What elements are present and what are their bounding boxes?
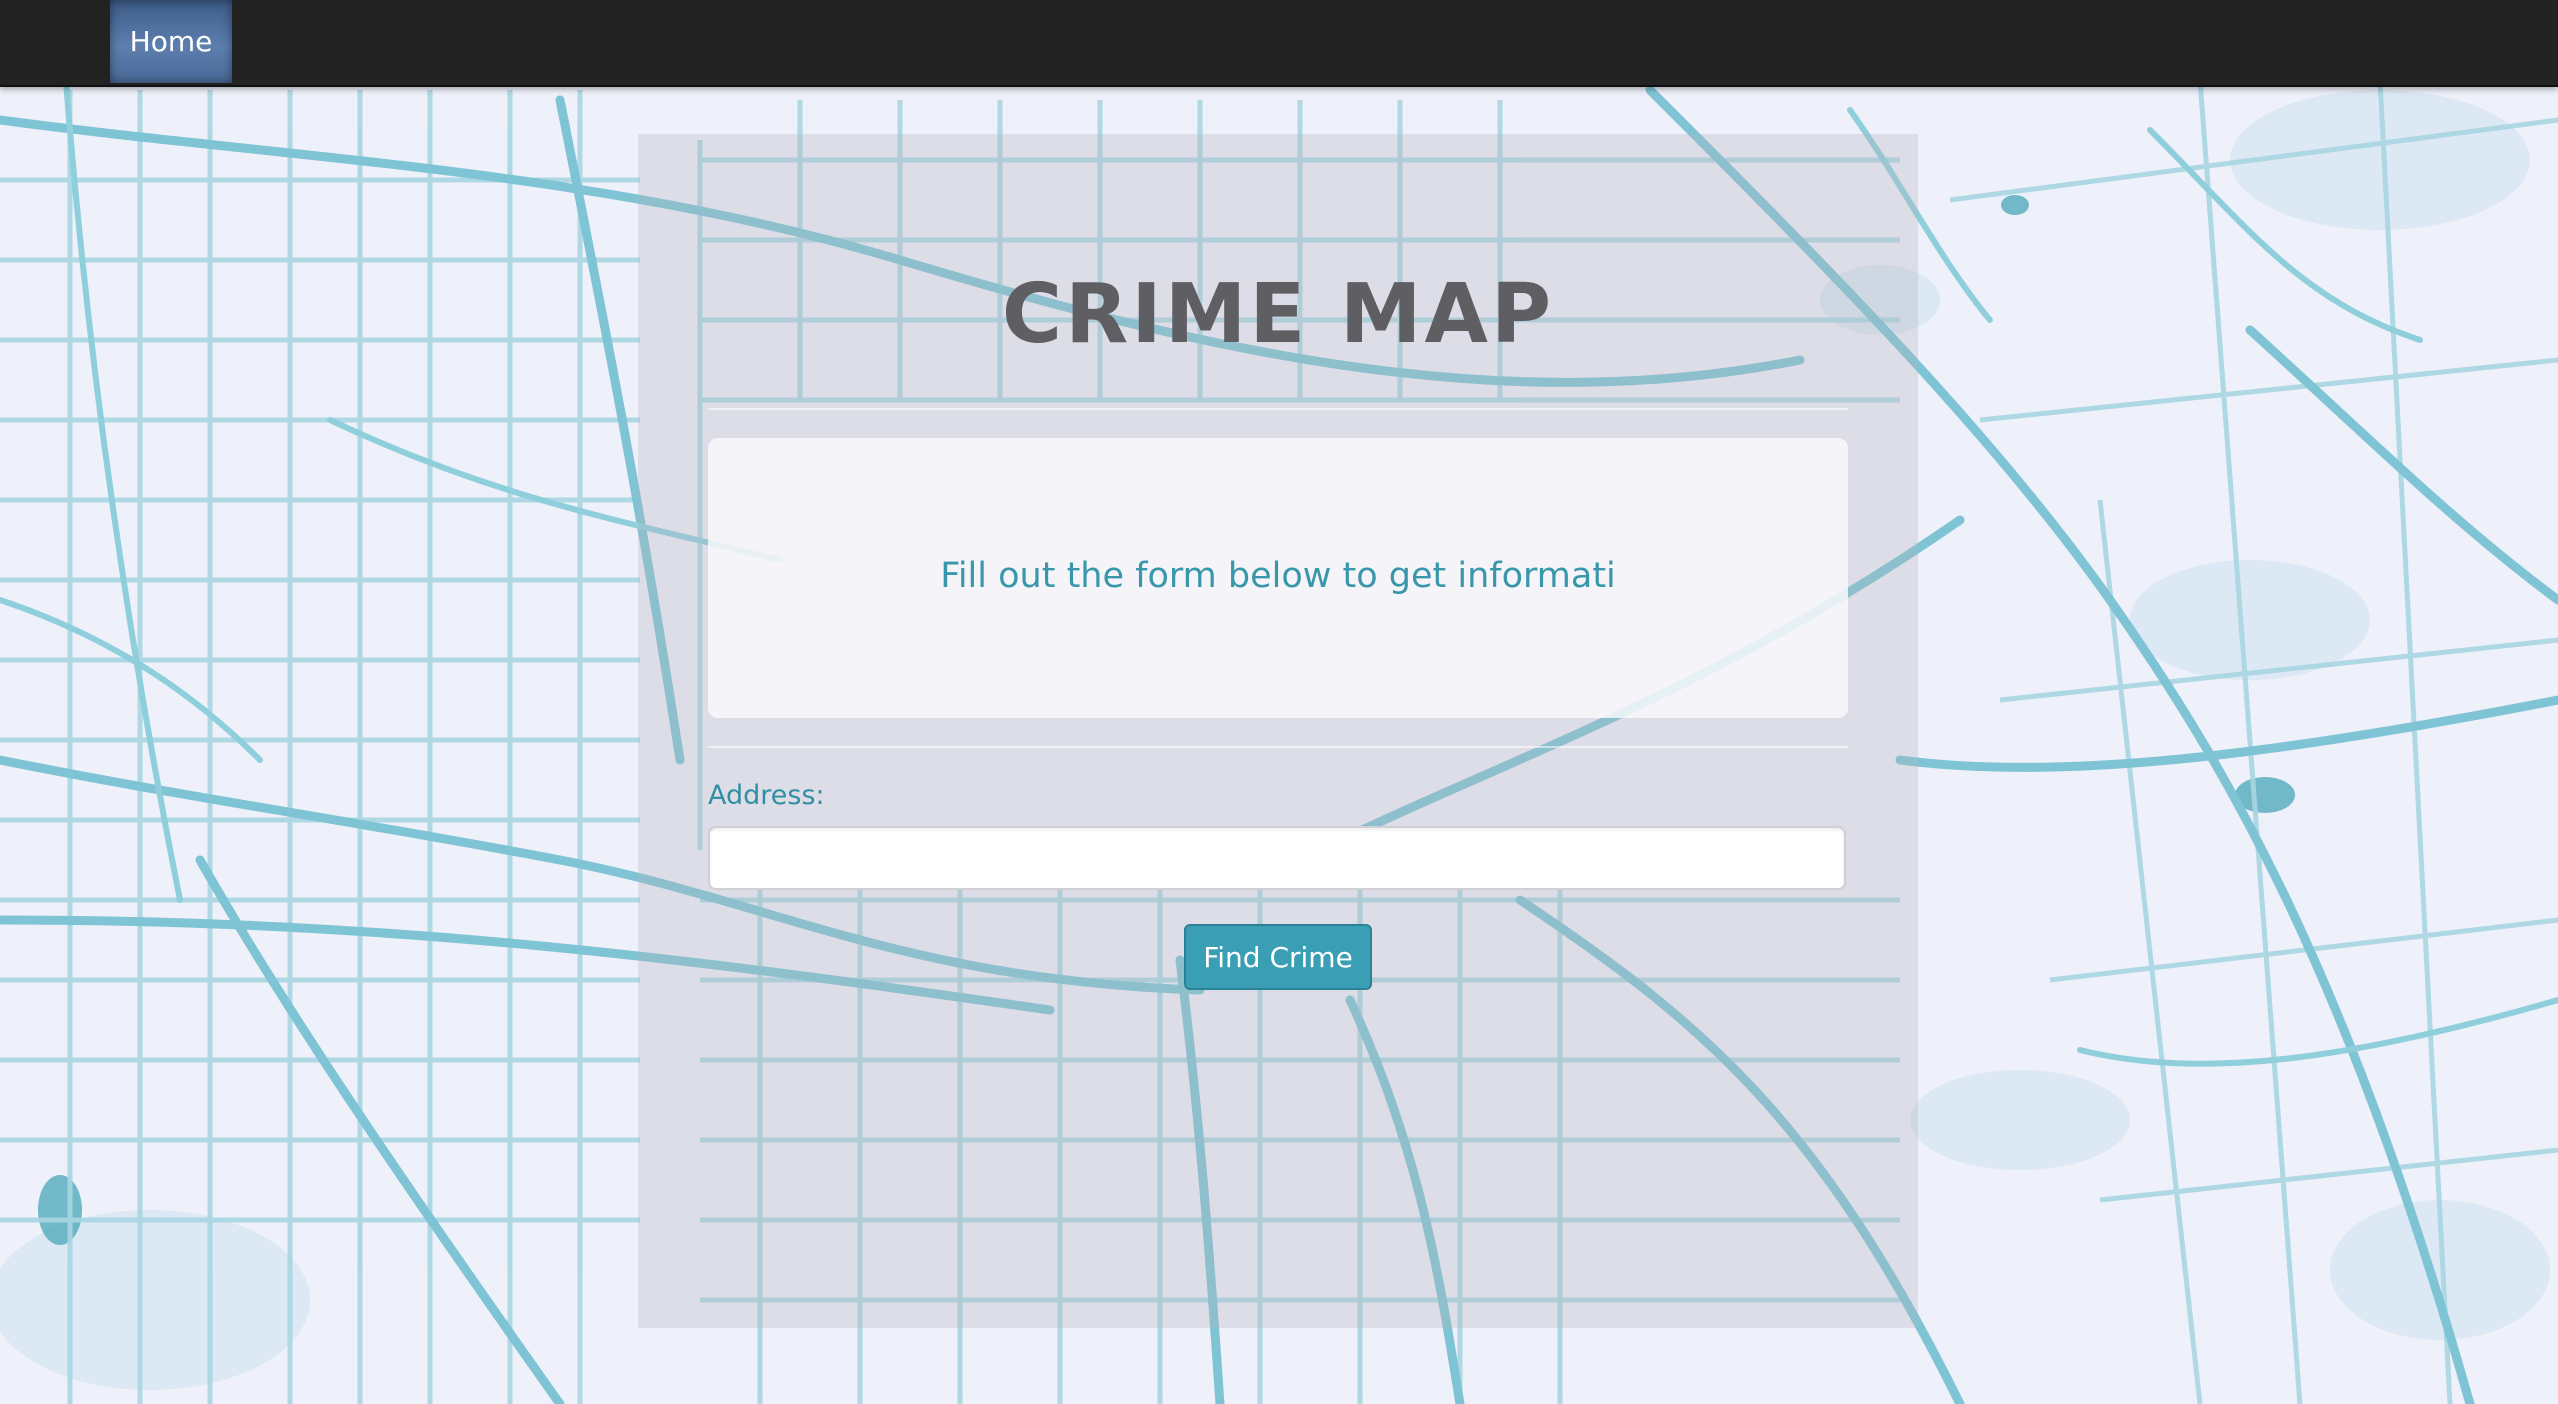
main-panel: CRIME MAP Fill out the form below to get… (638, 134, 1918, 1328)
top-navbar: Home (0, 0, 2558, 87)
page-title: CRIME MAP (1001, 267, 1555, 362)
address-input[interactable] (708, 826, 1846, 890)
find-crime-button[interactable]: Find Crime (1184, 924, 1372, 990)
info-jumbotron: Fill out the form below to get informati (708, 438, 1848, 718)
instructions-text: Fill out the form below to get informati (940, 556, 1616, 596)
form-divider (708, 746, 1848, 748)
nav-home-link[interactable]: Home (110, 0, 232, 83)
title-divider (708, 408, 1848, 410)
address-label: Address: (708, 780, 825, 811)
